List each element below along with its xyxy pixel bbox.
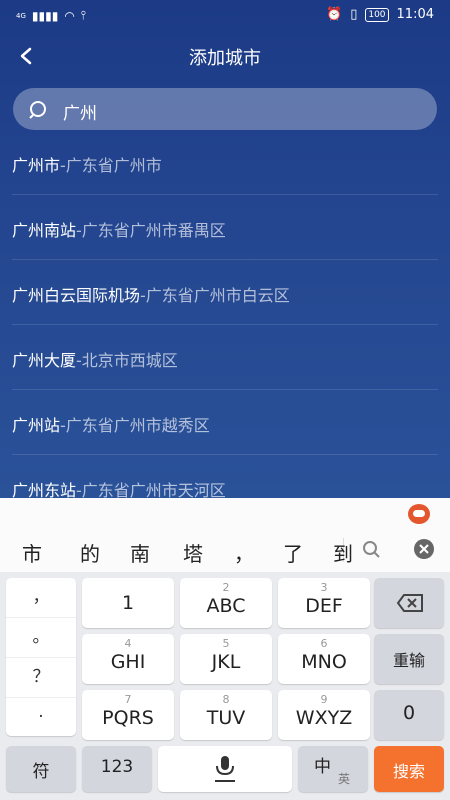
search-icon[interactable]	[360, 538, 382, 560]
chinese-label: 中	[314, 757, 331, 777]
place-address: -北京市西城区	[76, 351, 178, 370]
key-number: 2	[222, 581, 230, 594]
t9-key[interactable]: 2 ABC	[180, 578, 272, 628]
keyboard-toolbar	[0, 498, 450, 528]
list-item[interactable]: 广州市-广东省广州市	[12, 130, 438, 195]
battery-indicator: 100	[365, 7, 389, 22]
key-label: PQRS	[102, 707, 154, 729]
app-screen: 4G ▮▮▮▮ ◠ ⫯ ⏰ ▯ 100 11:04 添加城市 广州 广州市-广东…	[0, 0, 450, 500]
key-number: 9	[320, 693, 328, 706]
alarm-icon: ⏰	[326, 7, 343, 22]
network-type: 4G	[16, 11, 26, 20]
list-item[interactable]: 广州站-广东省广州市越秀区	[12, 390, 438, 455]
title-bar: 添加城市	[0, 32, 450, 80]
zero-label: 0	[402, 702, 416, 724]
language-switch-key[interactable]: 中 英	[298, 746, 368, 792]
t9-key[interactable]: 9 WXYZ	[278, 690, 370, 740]
place-address: -广东省广州市越秀区	[60, 416, 210, 435]
place-name: 广州市	[12, 156, 61, 175]
key-number: 6	[320, 637, 328, 650]
key-label: MNO	[301, 651, 347, 673]
space-key[interactable]	[158, 746, 292, 792]
candidate-word[interactable]: 市	[22, 538, 42, 567]
list-item-text: 广州站-广东省广州市越秀区	[12, 412, 210, 436]
wifi-icon: ◠	[64, 8, 75, 23]
key-label: ABC	[206, 595, 246, 617]
punctuation-column: ，。？ ·	[6, 578, 76, 736]
page-title: 添加城市	[189, 48, 261, 69]
place-address: -广东省广州市番禺区	[76, 221, 226, 240]
key-label: DEF	[305, 595, 343, 617]
status-right: ⏰ ▯ 100 11:04	[326, 7, 434, 22]
backspace-icon	[396, 594, 423, 612]
list-item[interactable]: 广州大厦-北京市西城区	[12, 325, 438, 390]
key-number: 7	[124, 693, 132, 706]
place-name: 广州站	[12, 416, 61, 435]
t9-key[interactable]: 5 JKL	[180, 634, 272, 684]
list-item-text: 广州南站-广东省广州市番禺区	[12, 217, 226, 241]
place-name: 广州大厦	[12, 351, 77, 370]
microphone-icon	[215, 756, 235, 782]
search-submit-key[interactable]: 搜索	[374, 746, 444, 792]
list-item-text: 广州白云国际机场-广东省广州市白云区	[12, 282, 290, 306]
place-name: 广州白云国际机场	[12, 286, 141, 305]
punctuation-key[interactable]: ？	[6, 658, 76, 698]
place-address: -广东省广州市	[60, 156, 162, 175]
candidate-word[interactable]: 南	[130, 538, 150, 567]
punctuation-key[interactable]: ·	[6, 698, 76, 737]
symbol-label: 符	[32, 762, 50, 782]
search-icon	[29, 101, 46, 119]
key-number: 5	[222, 637, 230, 650]
punctuation-key[interactable]: 。	[6, 618, 76, 658]
input-keyboard: 市的南塔，了到 ，。？ · 1 2 ABC 3 DEF 4 GHI 5 JKL 6 MNO 7 PQRS 8…	[0, 498, 450, 800]
search-input[interactable]: 广州	[13, 88, 437, 130]
result-list: 广州市-广东省广州市广州南站-广东省广州市番禺区广州白云国际机场-广东省广州市白…	[0, 130, 450, 519]
list-item-text: 广州大厦-北京市西城区	[12, 347, 178, 371]
candidate-word[interactable]: 塔	[183, 538, 203, 567]
status-time: 11:04	[396, 7, 434, 22]
t9-key[interactable]: 8 TUV	[180, 690, 272, 740]
signal-icon: ▮▮▮▮	[31, 8, 59, 23]
key-label: 1	[121, 592, 135, 614]
key-label: WXYZ	[295, 707, 353, 729]
english-label: 英	[338, 772, 351, 786]
status-bar: 4G ▮▮▮▮ ◠ ⫯ ⏰ ▯ 100 11:04	[0, 0, 450, 30]
candidate-word[interactable]: 了	[283, 538, 303, 567]
key-number: 4	[124, 637, 132, 650]
ime-logo-icon[interactable]	[408, 504, 430, 524]
key-label: TUV	[206, 707, 246, 729]
key-number: 3	[320, 581, 328, 594]
key-label: GHI	[110, 651, 146, 673]
candidate-word[interactable]: 到	[333, 538, 353, 567]
status-left: 4G ▮▮▮▮ ◠ ⫯	[16, 8, 86, 23]
vibrate-icon: ▯	[350, 7, 358, 22]
candidate-word[interactable]: 的	[80, 538, 100, 567]
zero-key[interactable]: 0	[374, 690, 444, 740]
place-name: 广州南站	[12, 221, 77, 240]
t9-key[interactable]: 6 MNO	[278, 634, 370, 684]
candidate-word[interactable]: ，	[234, 538, 254, 567]
reenter-label: 重输	[392, 651, 425, 670]
key-number: 8	[222, 693, 230, 706]
t9-key[interactable]: 4 GHI	[82, 634, 174, 684]
search-submit-label: 搜索	[392, 762, 425, 781]
number-mode-label: 123	[100, 757, 134, 777]
list-item[interactable]: 广州南站-广东省广州市番禺区	[12, 195, 438, 260]
place-address: -广东省广州市白云区	[140, 286, 290, 305]
list-item[interactable]: 广州白云国际机场-广东省广州市白云区	[12, 260, 438, 325]
search-value: 广州	[63, 104, 97, 124]
symbol-key[interactable]: 符	[6, 746, 76, 792]
t9-key[interactable]: 1	[82, 578, 174, 628]
punctuation-key[interactable]: ，	[6, 578, 76, 618]
t9-key[interactable]: 3 DEF	[278, 578, 370, 628]
number-mode-key[interactable]: 123	[82, 746, 152, 792]
list-item-text: 广州市-广东省广州市	[12, 152, 162, 176]
candidate-bar: 市 的 南 塔 ， 了 到	[0, 528, 450, 572]
reenter-key[interactable]: 重输	[374, 634, 444, 684]
key-label: JKL	[211, 651, 241, 673]
close-icon[interactable]	[412, 537, 436, 561]
t9-key[interactable]: 7 PQRS	[82, 690, 174, 740]
delete-key[interactable]	[374, 578, 444, 628]
usb-icon: ⫯	[80, 8, 87, 22]
